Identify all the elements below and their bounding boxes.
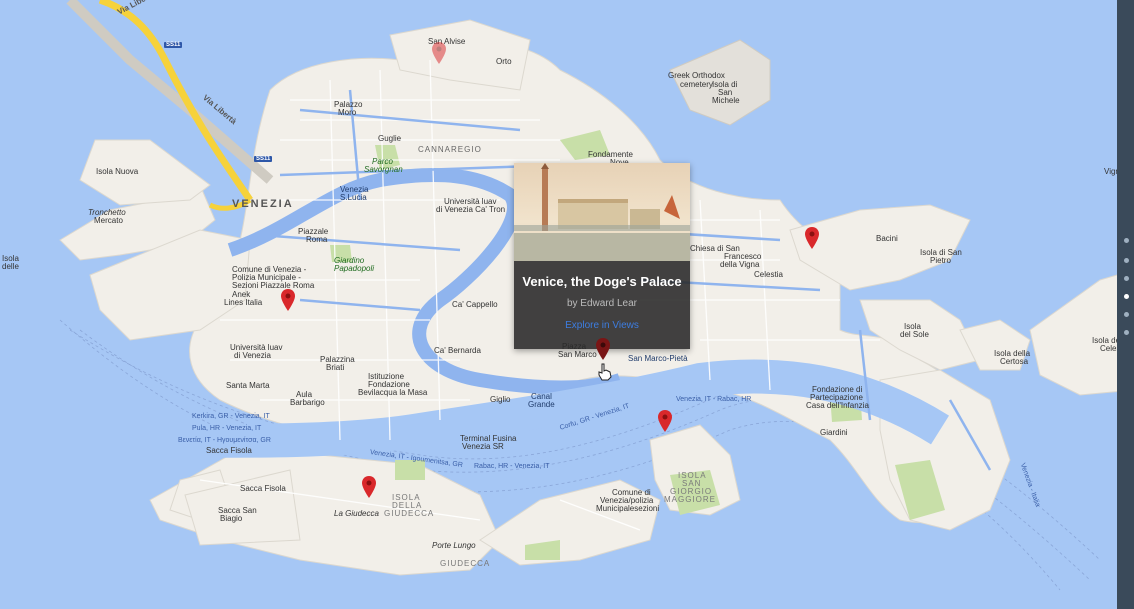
popup-title: Venice, the Doge's Palace bbox=[522, 274, 682, 289]
label-palazzo-moro-2: Moro bbox=[338, 108, 357, 117]
label-aula-2: Barbarigo bbox=[290, 398, 325, 407]
label-porte-lungo: Porte Lungo bbox=[432, 541, 476, 550]
label-greek-cemetery-2: cemetery bbox=[680, 80, 713, 89]
label-giardini: Giardini bbox=[820, 428, 848, 437]
label-isola-delle-2: delle bbox=[2, 262, 19, 271]
nav-dot[interactable] bbox=[1124, 258, 1129, 263]
label-giardino-2: Papadopoli bbox=[334, 264, 375, 273]
label-giudecca-bottom: GIUDECCA bbox=[440, 559, 491, 568]
nav-dot[interactable] bbox=[1124, 312, 1129, 317]
label-celestia: Celestia bbox=[754, 270, 783, 279]
label-isola-pietro-2: Pietro bbox=[930, 256, 951, 265]
map-pin-icon bbox=[658, 410, 672, 432]
map-pin-icon bbox=[805, 227, 819, 249]
label-unive-2: di Venezia bbox=[234, 351, 271, 360]
label-canal-grande-2: Grande bbox=[528, 400, 555, 409]
explore-in-views-link[interactable]: Explore in Views bbox=[514, 320, 690, 331]
nav-dot[interactable] bbox=[1124, 238, 1129, 243]
label-istituzione-3: Bevilacqua la Masa bbox=[358, 388, 428, 397]
label-ca-bernarda: Ca' Bernarda bbox=[434, 346, 481, 355]
label-san-marco-pieta: San Marco-Pietà bbox=[628, 354, 688, 363]
label-briati-2: Briati bbox=[326, 363, 345, 372]
label-isola-giudecca-3: GIUDECCA bbox=[384, 509, 435, 518]
map-marker[interactable] bbox=[658, 410, 672, 432]
map-pin-icon bbox=[596, 338, 610, 360]
route-kerkira: Kerkira, GR - Venezia, IT bbox=[192, 413, 270, 420]
route-pula: Pula, HR - Venezia, IT bbox=[192, 425, 262, 432]
side-navigation-bar bbox=[1117, 0, 1134, 609]
label-certosa-2: Certosa bbox=[1000, 357, 1029, 366]
route-betetia: Βενετία, IT - Ηγουμενίτσα, GR bbox=[178, 437, 271, 444]
selected-map-marker[interactable] bbox=[596, 338, 610, 360]
label-piazzale-2: Roma bbox=[306, 235, 328, 244]
label-fondazione-3: Casa dell'Infanzia bbox=[806, 401, 869, 410]
label-sacca-fisola: Sacca Fisola bbox=[206, 446, 252, 455]
label-san-michele-3: Michele bbox=[712, 96, 740, 105]
label-sacca-san-biagio-2: Biagio bbox=[220, 514, 243, 523]
nav-dot[interactable] bbox=[1124, 330, 1129, 335]
nav-dot-active[interactable] bbox=[1124, 294, 1129, 299]
label-isola-sole-2: del Sole bbox=[900, 330, 929, 339]
label-terminal-2: Venezia SR bbox=[462, 442, 504, 451]
map-marker[interactable] bbox=[362, 476, 376, 498]
map-marker[interactable] bbox=[432, 42, 446, 64]
map-marker[interactable] bbox=[281, 289, 295, 311]
label-bacini: Bacini bbox=[876, 234, 898, 243]
painting-thumbnail[interactable] bbox=[514, 163, 690, 261]
label-chiesa-3: della Vigna bbox=[720, 260, 760, 269]
label-santa-lucia-2: S.Lucia bbox=[340, 193, 367, 202]
nav-dot[interactable] bbox=[1124, 276, 1129, 281]
label-sacca-fisola-2: Sacca Fisola bbox=[240, 484, 286, 493]
hand-cursor-icon bbox=[597, 363, 613, 381]
label-universita-tron-2: di Venezia Ca' Tron bbox=[436, 205, 506, 214]
label-isola-nuova: Isola Nuova bbox=[96, 167, 139, 176]
label-guglie: Guglie bbox=[378, 134, 402, 143]
route-venezia-rabac: Venezia, IT - Rabac, HR bbox=[676, 396, 752, 403]
map-pin-icon bbox=[362, 476, 376, 498]
label-piazza-2: San Marco bbox=[558, 350, 597, 359]
label-comune-giudecca-3: Municipalesezioni bbox=[596, 504, 660, 513]
label-venezia: VENEZIA bbox=[232, 198, 294, 210]
label-la-giudecca: La Giudecca bbox=[334, 509, 379, 518]
label-giglio: Giglio bbox=[490, 395, 511, 404]
label-anek-2: Lines Italia bbox=[224, 298, 263, 307]
label-ca-cappello: Ca' Cappello bbox=[452, 300, 498, 309]
ss11-shield-2: SS11 bbox=[254, 156, 273, 162]
label-orto: Orto bbox=[496, 57, 512, 66]
map-pin-icon bbox=[432, 42, 446, 64]
map-marker[interactable] bbox=[805, 227, 819, 249]
popup-author: by Edward Lear bbox=[566, 298, 638, 309]
route-rabac: Rabac, HR - Venezia, IT bbox=[474, 463, 550, 470]
label-cannaregio: CANNAREGIO bbox=[418, 145, 482, 154]
label-parco-2: Savorgnan bbox=[364, 165, 403, 174]
label-santa-marta: Santa Marta bbox=[226, 381, 270, 390]
map-pin-icon bbox=[281, 289, 295, 311]
info-popup: Venice, the Doge's Palace by Edward Lear… bbox=[514, 163, 690, 349]
label-san-giorgio-4: MAGGIORE bbox=[664, 495, 717, 504]
label-tronchetto-2: Mercato bbox=[94, 216, 123, 225]
ss11-shield-1: SS11 bbox=[164, 42, 183, 48]
